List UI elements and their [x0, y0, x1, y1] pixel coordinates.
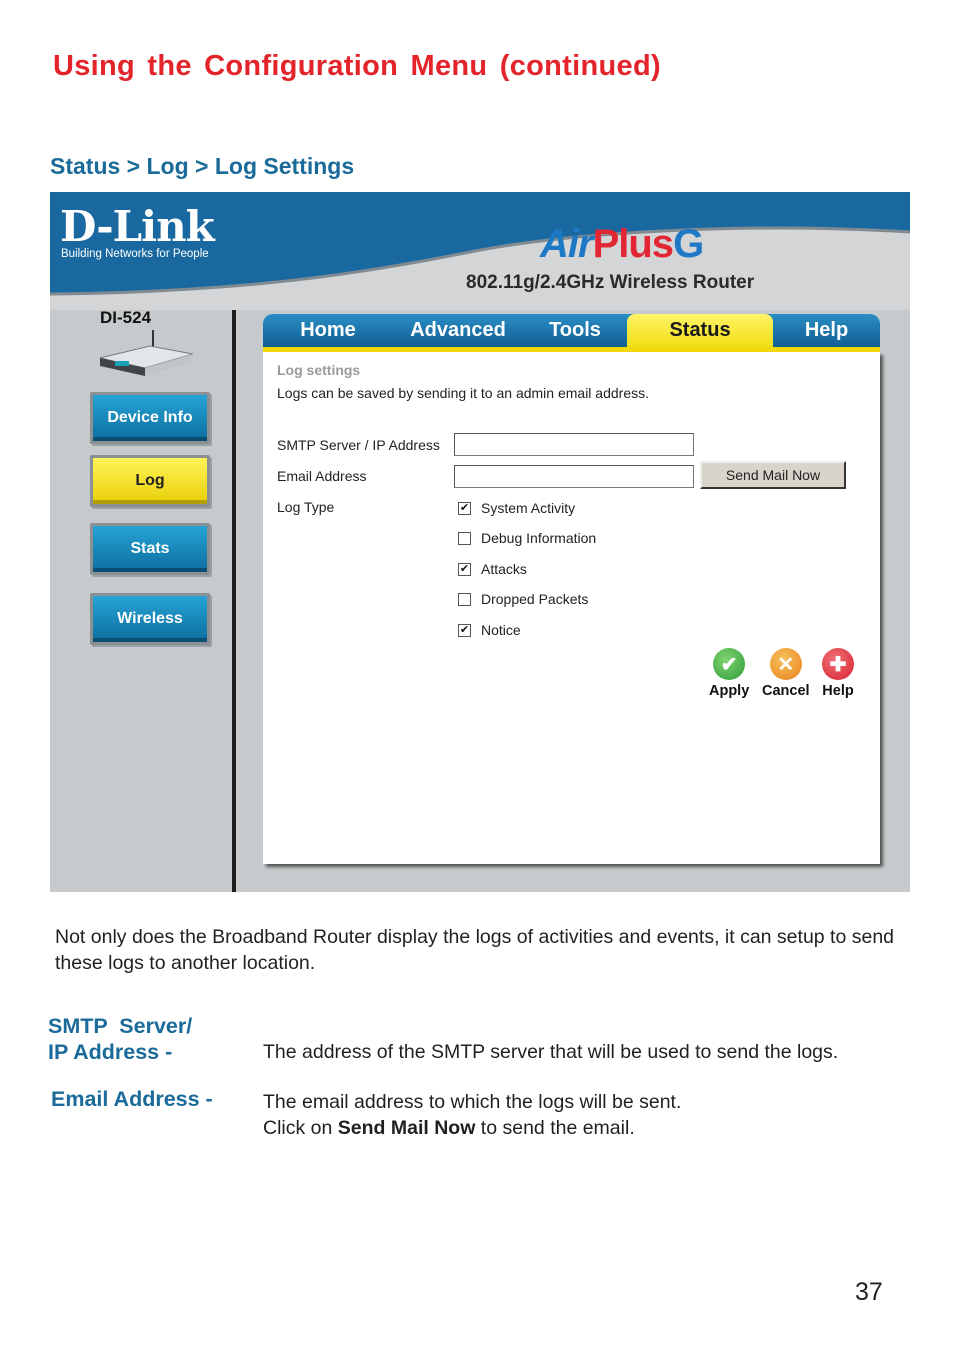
smtp-label: SMTP Server / IP Address [277, 437, 440, 453]
plus-icon: ✚ [822, 648, 854, 680]
x-icon: ✕ [769, 648, 802, 680]
side-nav-log[interactable]: Log [90, 455, 210, 507]
dlink-tagline: Building Networks for People [61, 248, 209, 260]
section-heading: Status > Log > Log Settings [50, 153, 355, 179]
side-nav-device-info[interactable]: Device Info [90, 392, 210, 444]
logo-plus: Plus [592, 222, 674, 266]
checkbox-checked-icon[interactable]: ✔ [458, 501, 471, 515]
log-type-attacks[interactable]: ✔ Attacks [458, 561, 527, 577]
checkbox-checked-icon[interactable]: ✔ [458, 562, 471, 576]
tab-advanced[interactable]: Advanced [393, 314, 523, 347]
checkbox-checked-icon[interactable]: ✔ [458, 623, 471, 637]
log-type-notice[interactable]: ✔ Notice [458, 622, 521, 638]
definition-smtp-server: The address of the SMTP server that will… [263, 1041, 839, 1063]
main-tabs: Home Advanced Tools Status Help [263, 314, 880, 352]
logo-g: G [673, 222, 704, 266]
log-type-system-activity[interactable]: ✔ System Activity [458, 500, 575, 516]
checkmark-icon: ✔ [713, 648, 746, 680]
log-type-debug-information[interactable]: Debug Information [458, 530, 596, 546]
tab-help[interactable]: Help [773, 314, 880, 347]
definition-line: The email address to which the logs will… [263, 1091, 682, 1113]
dlink-logo: D-Link [60, 202, 215, 251]
log-type-dropped-packets[interactable]: Dropped Packets [458, 591, 588, 607]
log-type-label: Log Type [277, 499, 335, 515]
send-mail-now-button[interactable]: Send Mail Now [700, 461, 846, 489]
side-nav-stats[interactable]: Stats [90, 523, 210, 575]
cancel-label: Cancel [762, 683, 810, 699]
term-smtp-server: SMTP Server/ IP Address - [48, 1013, 192, 1065]
definition-text: Click on [263, 1117, 338, 1139]
email-label: Email Address [277, 468, 367, 484]
panel-description: Logs can be saved by sending it to an ad… [277, 385, 650, 401]
checkbox-unchecked-icon[interactable] [458, 531, 471, 545]
term-line: SMTP Server/ [48, 1014, 193, 1038]
tab-home[interactable]: Home [263, 314, 393, 347]
term-email-address: Email Address - [51, 1087, 213, 1111]
router-device-icon [99, 330, 194, 376]
airplus-g-logo: AirPlusG [540, 222, 704, 267]
checkbox-label: Notice [481, 622, 521, 638]
help-button[interactable]: ✚ Help [822, 648, 854, 699]
checkbox-label: Dropped Packets [481, 591, 589, 607]
header-banner: D-Link Building Networks for People AirP… [50, 192, 910, 310]
left-sidebar: DI-524 Device Info Log Stats Wireless [50, 308, 230, 892]
side-nav-wireless[interactable]: Wireless [90, 593, 210, 645]
page-title: Using the Configuration Menu (continued) [53, 50, 661, 82]
checkbox-label: System Activity [481, 500, 576, 516]
apply-label: Apply [709, 683, 750, 699]
checkbox-label: Debug Information [481, 530, 597, 546]
email-address-input[interactable] [454, 465, 694, 488]
vertical-divider [232, 310, 236, 892]
help-label: Help [822, 683, 854, 699]
page-number: 37 [855, 1278, 883, 1306]
tab-status[interactable]: Status [627, 314, 773, 347]
logo-air: Air [540, 222, 594, 266]
smtp-server-input[interactable] [454, 433, 694, 456]
definition-bold: Send Mail Now [337, 1117, 476, 1139]
tab-tools[interactable]: Tools [523, 314, 627, 347]
definition-text: to send the email. [475, 1117, 635, 1139]
router-ui-screenshot: D-Link Building Networks for People AirP… [50, 192, 910, 892]
checkbox-unchecked-icon[interactable] [458, 592, 471, 606]
checkbox-label: Attacks [481, 561, 527, 577]
product-subtitle: 802.11g/2.4GHz Wireless Router [466, 272, 755, 293]
apply-button[interactable]: ✔ Apply [709, 648, 749, 699]
definition-line: Click on Send Mail Now to send the email… [263, 1115, 681, 1141]
panel-title: Log settings [277, 362, 361, 378]
cancel-button[interactable]: ✕ Cancel [762, 648, 810, 699]
intro-paragraph: Not only does the Broadband Router displ… [55, 926, 895, 974]
log-settings-panel: Log settings Logs can be saved by sendin… [263, 352, 880, 864]
model-name: DI-524 [100, 308, 152, 327]
definition-email-address: The email address to which the logs will… [263, 1089, 681, 1141]
term-line: IP Address - [48, 1040, 173, 1064]
